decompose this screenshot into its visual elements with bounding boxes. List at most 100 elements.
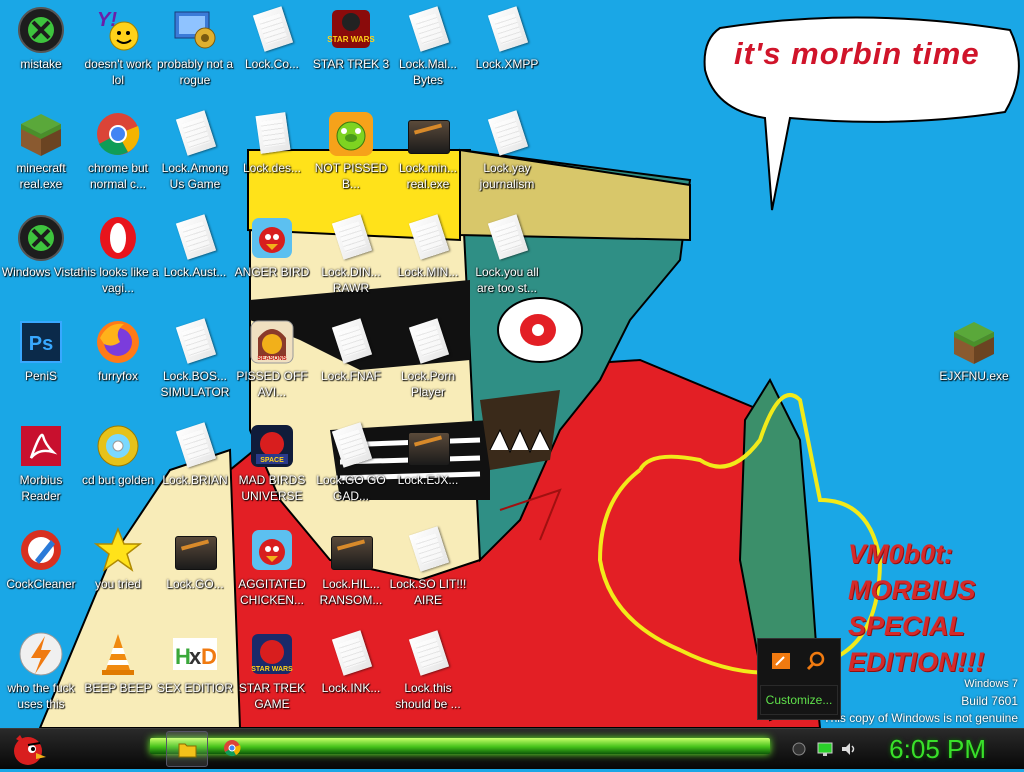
desktop-icon-lock-xmpp[interactable]: Lock.XMPP xyxy=(466,6,548,72)
opera-icon xyxy=(94,214,142,262)
icon-label: Lock.Among Us Game xyxy=(161,161,229,191)
tray-monitor-icon[interactable] xyxy=(816,741,834,757)
icon-label: cd but golden xyxy=(81,473,155,487)
desktop-icon-lock-min[interactable]: Lock.MIN... xyxy=(387,214,469,280)
search-icon[interactable] xyxy=(802,647,830,675)
desktop-icon-lock-din[interactable]: Lock.DIN... RAWR xyxy=(310,214,392,296)
desktop-icon-lock-this[interactable]: Lock.this should be ... xyxy=(387,630,469,712)
watermark-line-3: This copy of Windows is not genuine xyxy=(823,711,1018,725)
desktop-icon-lock-you-all[interactable]: Lock.you all are too st... xyxy=(466,214,548,296)
document-icon xyxy=(404,526,452,574)
minecraft-grass-icon xyxy=(17,110,65,158)
icon-label: Lock.SO LIT!!! AIRE xyxy=(389,577,467,607)
desktop-icon-lock-among-us[interactable]: Lock.Among Us Game xyxy=(154,110,236,192)
yahoo-messenger-icon: Y! xyxy=(94,6,142,54)
desktop-icon-vlc[interactable]: BEEP BEEP xyxy=(77,630,159,696)
desktop-icon-lock-go[interactable]: Lock.GO... xyxy=(154,526,236,592)
angry-birds-seasons-icon: SEASONS xyxy=(248,318,296,366)
ccleaner-icon xyxy=(17,526,65,574)
desktop-icon-lock-so-lit[interactable]: Lock.SO LIT!!! AIRE xyxy=(387,526,469,608)
icon-label: mistake xyxy=(20,57,62,71)
dark-exe-icon xyxy=(404,422,452,470)
icon-label: Lock.BRIAN xyxy=(162,473,228,487)
icon-label: this looks like a vagi... xyxy=(77,265,159,295)
desktop-icon-winamp[interactable]: who the fuck uses this xyxy=(0,630,82,712)
chrome-taskbar-button[interactable] xyxy=(212,731,252,765)
desktop-icon-lock-mal[interactable]: Lock.Mal... Bytes xyxy=(387,6,469,88)
icon-label: doesn't work lol xyxy=(84,57,152,87)
svg-text:STAR WARS: STAR WARS xyxy=(251,666,293,673)
desktop-icon-hxd[interactable]: HxD SEX EDITIOR xyxy=(154,630,236,696)
desktop-icon-firefox[interactable]: furryfox xyxy=(77,318,159,384)
desktop-icon-opera[interactable]: this looks like a vagi... xyxy=(77,214,159,296)
minecraft-grass-icon xyxy=(950,318,998,366)
desktop-icon-lock-ejx[interactable]: Lock.EJX... xyxy=(387,422,469,488)
customize-link[interactable]: Customize... xyxy=(760,685,838,715)
folder-icon xyxy=(178,743,197,758)
desktop-icon-gold-cd[interactable]: cd but golden xyxy=(77,422,159,488)
desktop-icon-star-trek-game[interactable]: STAR WARS STAR TREK GAME xyxy=(231,630,313,712)
desktop-icon-mistake[interactable]: mistake xyxy=(0,6,82,72)
desktop-icon-minecraft[interactable]: minecraft real.exe xyxy=(0,110,82,192)
desktop-icon-lock-des[interactable]: Lock.des... xyxy=(231,110,313,176)
desktop-icon-lock-porn-player[interactable]: Lock.Porn Player xyxy=(387,318,469,400)
pdf-reader-icon xyxy=(17,422,65,470)
desktop-icon-ejxfnu[interactable]: EJXFNU.exe xyxy=(933,318,1015,384)
desktop-icon-photoshop[interactable]: Ps PeniS xyxy=(0,318,82,384)
taskbar-clock[interactable]: 6:05 PM xyxy=(889,733,986,765)
document-icon xyxy=(483,214,531,262)
icon-label: minecraft real.exe xyxy=(16,161,66,191)
desktop-icon-mad-birds[interactable]: SPACE MAD BIRDS UNIVERSE xyxy=(231,422,313,504)
icon-label: Lock.yay journalism xyxy=(479,161,535,191)
icon-label: chrome but normal c... xyxy=(87,161,149,191)
tray-network-icon[interactable] xyxy=(790,741,808,757)
hxd-editor-icon: HxD xyxy=(171,630,219,678)
document-icon xyxy=(327,318,375,366)
desktop-icon-lock-brian[interactable]: Lock.BRIAN xyxy=(154,422,236,488)
desktop-icon-lock-ink[interactable]: Lock.INK... xyxy=(310,630,392,696)
desktop-icon-morbius-reader[interactable]: Morbius Reader xyxy=(0,422,82,504)
xbox-orb-icon xyxy=(17,214,65,262)
desktop-icon-star-trek-3[interactable]: STAR WARS STAR TREK 3 xyxy=(310,6,392,72)
desktop[interactable]: it's morbin time VM0b0t: MORBIUS SPECIAL… xyxy=(0,0,1024,728)
desktop-icon-lock-min-real[interactable]: Lock.min... real.exe xyxy=(387,110,469,192)
desktop-icon-pissed-off[interactable]: SEASONS PISSED OFF AVI... xyxy=(231,318,313,400)
desktop-icon-cockcleaner[interactable]: CockCleaner xyxy=(0,526,82,592)
tray-app-icon[interactable] xyxy=(768,647,796,675)
watermark-line-1: Windows 7 xyxy=(964,678,1018,690)
desktop-icon-anger-bird[interactable]: ANGER BIRD xyxy=(231,214,313,280)
angry-bird-orb-icon xyxy=(14,735,46,765)
icon-label: Lock.EJX... xyxy=(397,473,459,487)
document-icon xyxy=(404,6,452,54)
desktop-icon-windows-vista[interactable]: Windows Vista xyxy=(0,214,82,280)
desktop-icon-yahoo[interactable]: Y! doesn't work lol xyxy=(77,6,159,88)
start-button[interactable] xyxy=(6,729,46,767)
speech-bubble-text: it's morbin time xyxy=(734,36,980,71)
desktop-icon-control-panel[interactable]: probably not a rogue xyxy=(154,6,236,88)
dark-exe-icon xyxy=(404,110,452,158)
desktop-icon-lock-co[interactable]: Lock.Co... xyxy=(231,6,313,72)
document-icon xyxy=(248,6,296,54)
xbox-orb-icon xyxy=(17,6,65,54)
desktop-icon-aggitated-chicken[interactable]: AGGITATED CHICKEN... xyxy=(231,526,313,608)
icon-label: NOT PISSED B... xyxy=(314,161,388,191)
icon-label: Lock.Mal... Bytes xyxy=(398,57,458,87)
icon-label: PISSED OFF AVI... xyxy=(236,369,308,399)
desktop-icon-chrome[interactable]: chrome but normal c... xyxy=(77,110,159,192)
desktop-icon-lock-hil[interactable]: Lock.HIL... RANSOM... xyxy=(310,526,392,608)
desktop-icon-lock-go-go[interactable]: Lock.GO GO GAD... xyxy=(310,422,392,504)
watermark-line-2: Build 7601 xyxy=(961,694,1018,708)
desktop-icon-not-pissed[interactable]: NOT PISSED B... xyxy=(310,110,392,192)
volume-icon[interactable] xyxy=(840,741,858,757)
desktop-icon-lock-yay[interactable]: Lock.yay journalism xyxy=(466,110,548,192)
desktop-icon-lock-bos[interactable]: Lock.BOS... SIMULATOR xyxy=(154,318,236,400)
desktop-icon-lock-fnaf[interactable]: Lock.FNAF xyxy=(310,318,392,384)
icon-label: STAR TREK GAME xyxy=(238,681,306,711)
icon-label: BEEP BEEP xyxy=(84,681,152,695)
desktop-icon-lock-aust[interactable]: Lock.Aust... xyxy=(154,214,236,280)
chrome-icon xyxy=(224,740,241,757)
document-icon xyxy=(327,214,375,262)
desktop-icon-you-tried[interactable]: you tried xyxy=(77,526,159,592)
dark-exe-icon xyxy=(327,526,375,574)
explorer-taskbar-button[interactable] xyxy=(166,731,208,767)
